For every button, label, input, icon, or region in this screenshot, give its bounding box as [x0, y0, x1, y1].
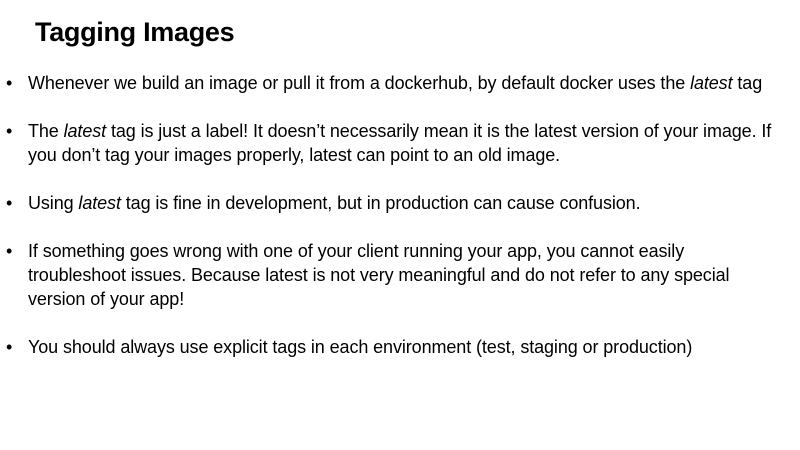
bullet-marker: •	[6, 193, 13, 213]
bullet-text: You should always use explicit tags in e…	[28, 337, 693, 357]
bullet-marker: •	[6, 121, 13, 141]
bullet-marker: •	[6, 73, 13, 93]
bullet-item-1: • Whenever we build an image or pull it …	[6, 71, 786, 95]
italic-keyword: latest	[63, 121, 107, 141]
text-segment: The	[28, 121, 64, 141]
bullet-marker: •	[6, 241, 13, 261]
text-segment: Whenever we build an image or pull it fr…	[28, 73, 691, 93]
bullet-item-3: • Using latest tag is fine in developmen…	[6, 191, 786, 215]
text-segment: tag	[732, 73, 763, 93]
slide-title: Tagging Images	[35, 17, 235, 47]
bullet-text: Using latest tag is fine in development,…	[28, 193, 641, 213]
bullet-item-5: • You should always use explicit tags in…	[6, 335, 786, 359]
bullet-text: Whenever we build an image or pull it fr…	[28, 73, 762, 93]
bullet-item-2: • The latest tag is just a label! It doe…	[6, 119, 786, 167]
bullet-marker: •	[6, 337, 13, 357]
text-segment: tag is fine in development, but in produ…	[120, 193, 641, 213]
text-segment: tag is just a label! It doesn’t necessar…	[28, 121, 772, 165]
bullet-list: • Whenever we build an image or pull it …	[6, 71, 786, 383]
italic-keyword: latest	[78, 193, 121, 213]
italic-keyword: latest	[690, 73, 733, 93]
bullet-text: The latest tag is just a label! It doesn…	[28, 121, 771, 165]
slide: Tagging Images • Whenever we build an im…	[0, 0, 800, 450]
bullet-item-4: • If something goes wrong with one of yo…	[6, 239, 786, 311]
text-segment: Using	[28, 193, 79, 213]
bullet-text: If something goes wrong with one of your…	[28, 241, 730, 309]
